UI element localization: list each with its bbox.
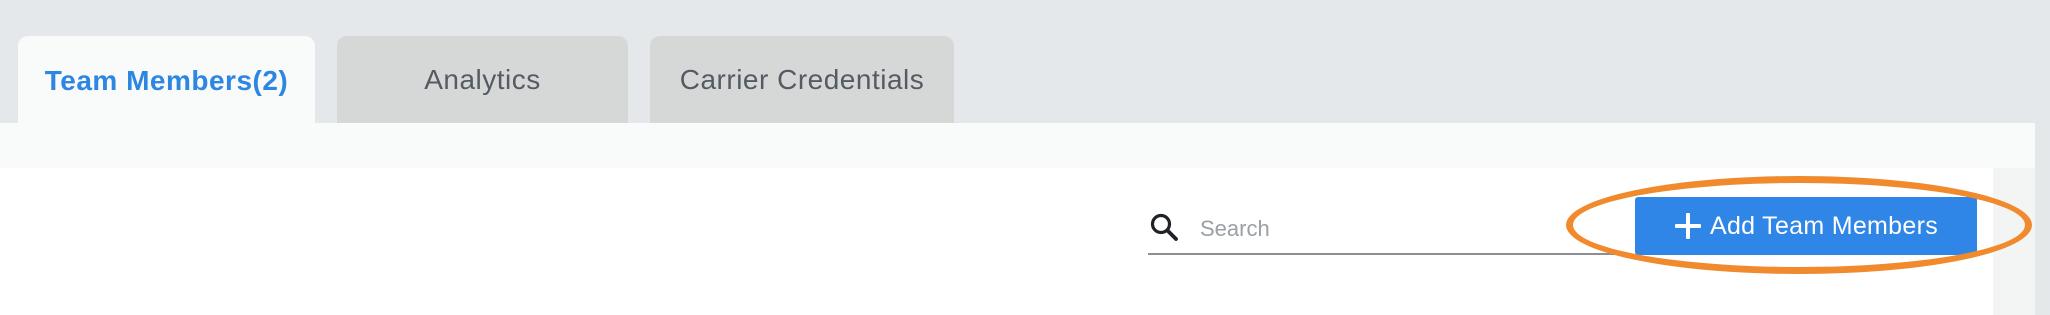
panel-header-strip (0, 123, 2035, 168)
add-team-members-button[interactable]: Add Team Members (1635, 197, 1977, 255)
plus-icon (1674, 212, 1702, 240)
search-field (1148, 205, 1618, 255)
tab-team-members[interactable]: Team Members(2) (18, 36, 315, 126)
tab-carrier-credentials[interactable]: Carrier Credentials (650, 36, 954, 124)
add-team-members-label: Add Team Members (1709, 211, 1939, 240)
app-window: Team Members(2) Analytics Carrier Creden… (0, 0, 2050, 315)
search-icon[interactable] (1148, 211, 1180, 243)
search-input[interactable] (1198, 211, 1602, 247)
tab-analytics[interactable]: Analytics (337, 36, 628, 124)
panel-right-edge (1993, 168, 2035, 315)
tab-label: Carrier Credentials (679, 64, 925, 95)
tab-label: Analytics (424, 64, 541, 95)
tab-label: Team Members(2) (44, 65, 289, 96)
